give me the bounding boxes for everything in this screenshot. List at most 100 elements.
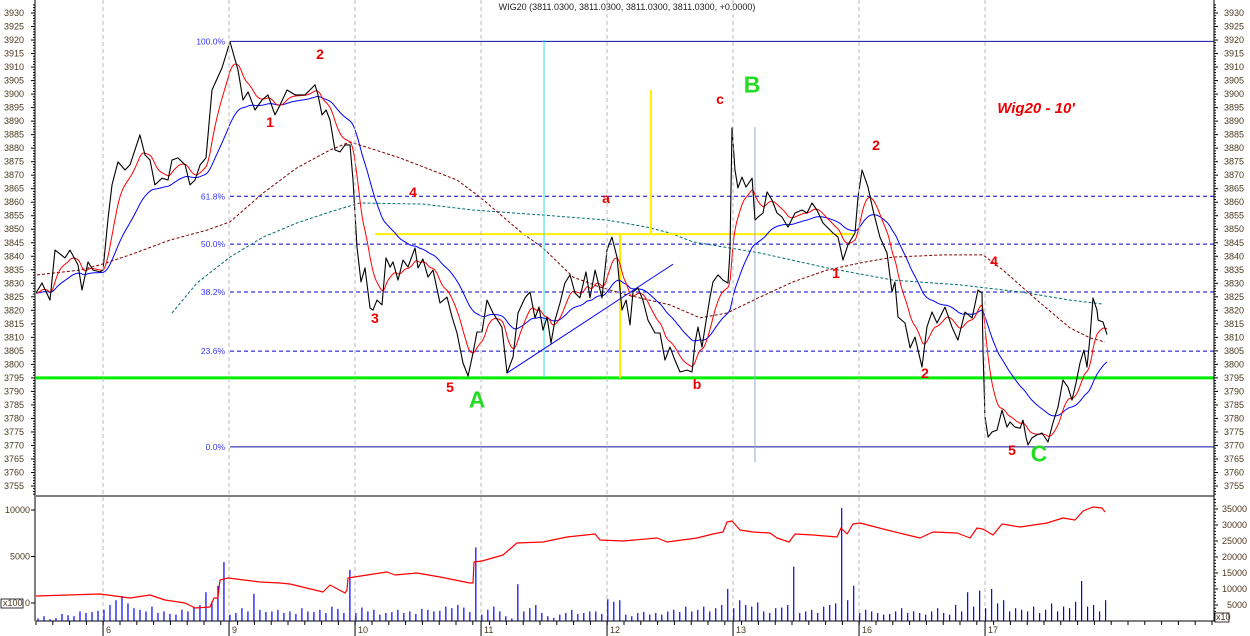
price-tick-label-right: 3785 bbox=[1224, 400, 1244, 410]
wave-label: a bbox=[602, 190, 610, 206]
volume-tick-label-right: 25000 bbox=[1222, 536, 1247, 546]
chart-title: Wig20 - 10' bbox=[997, 100, 1075, 117]
day-label: 12 bbox=[610, 625, 620, 635]
price-tick-label-left: 3775 bbox=[4, 427, 24, 437]
price-tick-label-left: 3790 bbox=[4, 386, 24, 396]
price-tick-label-left: 3825 bbox=[4, 292, 24, 302]
left-unit-label: x100 bbox=[3, 598, 23, 608]
price-tick-label-right: 3855 bbox=[1224, 211, 1244, 221]
price-tick-label-right: 3870 bbox=[1224, 170, 1244, 180]
price-tick-label-right: 3885 bbox=[1224, 130, 1244, 140]
wave-label: 3 bbox=[371, 310, 379, 326]
price-tick-label-right: 3775 bbox=[1224, 427, 1244, 437]
price-tick-label-right: 3905 bbox=[1224, 76, 1244, 86]
price-tick-label-left: 3800 bbox=[4, 359, 24, 369]
wave-label: 5 bbox=[1008, 442, 1016, 458]
price-tick-label-right: 3770 bbox=[1224, 440, 1244, 450]
wave-label: 4 bbox=[990, 253, 998, 269]
ma-long-line bbox=[36, 96, 1108, 417]
volume-tick-label-left: 5000 bbox=[10, 552, 30, 562]
wave-label: A bbox=[469, 387, 486, 413]
wave-label: c bbox=[716, 91, 724, 107]
price-tick-label-left: 3885 bbox=[4, 130, 24, 140]
price-tick-label-right: 3840 bbox=[1224, 251, 1244, 261]
price-line bbox=[36, 41, 1108, 446]
day-label: 9 bbox=[232, 625, 237, 635]
price-tick-label-left: 3925 bbox=[4, 22, 24, 32]
price-tick-label-left: 3870 bbox=[4, 170, 24, 180]
wave-label: 2 bbox=[316, 46, 324, 62]
obv-line bbox=[35, 506, 1106, 609]
price-tick-label-right: 3860 bbox=[1224, 197, 1244, 207]
price-tick-label-left: 3860 bbox=[4, 197, 24, 207]
price-tick-label-right: 3835 bbox=[1224, 265, 1244, 275]
price-tick-label-left: 3795 bbox=[4, 373, 24, 383]
price-tick-label-left: 3830 bbox=[4, 278, 24, 288]
price-tick-label-left: 3890 bbox=[4, 116, 24, 126]
price-tick-label-right: 3865 bbox=[1224, 184, 1244, 194]
price-tick-label-right: 3760 bbox=[1224, 468, 1244, 478]
price-tick-label-left: 3820 bbox=[4, 305, 24, 315]
price-tick-label-right: 3900 bbox=[1224, 89, 1244, 99]
price-tick-label-left: 3880 bbox=[4, 143, 24, 153]
day-label: 13 bbox=[736, 625, 746, 635]
price-tick-label-right: 3780 bbox=[1224, 413, 1244, 423]
wave-label: B bbox=[744, 72, 761, 98]
price-tick-label-right: 3790 bbox=[1224, 386, 1244, 396]
price-tick-label-right: 3815 bbox=[1224, 319, 1244, 329]
price-tick-label-right: 3930 bbox=[1224, 8, 1244, 18]
volume-tick-label-left: 10000 bbox=[5, 505, 30, 515]
price-tick-label-left: 3810 bbox=[4, 332, 24, 342]
price-tick-label-right: 3795 bbox=[1224, 373, 1244, 383]
price-tick-label-left: 3805 bbox=[4, 346, 24, 356]
fib-level-label: 61.8% bbox=[201, 191, 226, 201]
price-tick-label-left: 3875 bbox=[4, 157, 24, 167]
price-tick-label-right: 3925 bbox=[1224, 22, 1244, 32]
volume-tick-label-right: 35000 bbox=[1222, 504, 1247, 514]
wave-label: 1 bbox=[266, 114, 274, 130]
price-tick-label-right: 3895 bbox=[1224, 103, 1244, 113]
volume-tick-label-right: 30000 bbox=[1222, 520, 1247, 530]
price-tick-label-right: 3890 bbox=[1224, 116, 1244, 126]
volume-tick-label-right: 15000 bbox=[1222, 568, 1247, 578]
wave-label: 2 bbox=[921, 365, 929, 381]
price-tick-label-right: 3880 bbox=[1224, 143, 1244, 153]
fib-level-label: 0.0% bbox=[206, 442, 226, 452]
price-tick-label-left: 3915 bbox=[4, 49, 24, 59]
day-label: 16 bbox=[862, 625, 872, 635]
day-label: 10 bbox=[358, 625, 368, 635]
wave-label: 4 bbox=[409, 184, 417, 200]
price-tick-label-left: 3850 bbox=[4, 224, 24, 234]
volume-tick-label-right: 5000 bbox=[1227, 600, 1247, 610]
day-label: 11 bbox=[484, 625, 493, 635]
price-tick-label-right: 3765 bbox=[1224, 454, 1244, 464]
price-tick-label-left: 3900 bbox=[4, 89, 24, 99]
price-tick-label-right: 3755 bbox=[1224, 481, 1244, 491]
wave-label: 1 bbox=[832, 265, 840, 281]
wave-label: b bbox=[693, 376, 702, 392]
price-tick-label-right: 3825 bbox=[1224, 292, 1244, 302]
price-tick-label-left: 3905 bbox=[4, 76, 24, 86]
day-label: 17 bbox=[988, 625, 998, 635]
price-tick-label-right: 3850 bbox=[1224, 224, 1244, 234]
price-tick-label-right: 3810 bbox=[1224, 332, 1244, 342]
price-tick-label-left: 3910 bbox=[4, 62, 24, 72]
wave-label: C bbox=[1031, 441, 1048, 467]
ma-short-line bbox=[36, 63, 1108, 437]
wave-label: 2 bbox=[872, 137, 880, 153]
price-tick-label-left: 3815 bbox=[4, 319, 24, 329]
volume-tick-label-right: 10000 bbox=[1222, 584, 1247, 594]
price-tick-label-left: 3920 bbox=[4, 35, 24, 45]
fib-level-label: 100.0% bbox=[196, 36, 225, 46]
price-tick-label-left: 3785 bbox=[4, 400, 24, 410]
price-tick-label-left: 3765 bbox=[4, 454, 24, 464]
price-tick-label-left: 3835 bbox=[4, 265, 24, 275]
volume-tick-label-left: 0 bbox=[25, 598, 30, 608]
price-tick-label-right: 3820 bbox=[1224, 305, 1244, 315]
price-tick-label-left: 3930 bbox=[4, 8, 24, 18]
price-tick-label-left: 3855 bbox=[4, 211, 24, 221]
price-tick-label-right: 3910 bbox=[1224, 62, 1244, 72]
ma-dotted-teal-line bbox=[171, 202, 1104, 314]
fib-level-label: 23.6% bbox=[201, 346, 226, 356]
price-tick-label-right: 3845 bbox=[1224, 238, 1244, 248]
